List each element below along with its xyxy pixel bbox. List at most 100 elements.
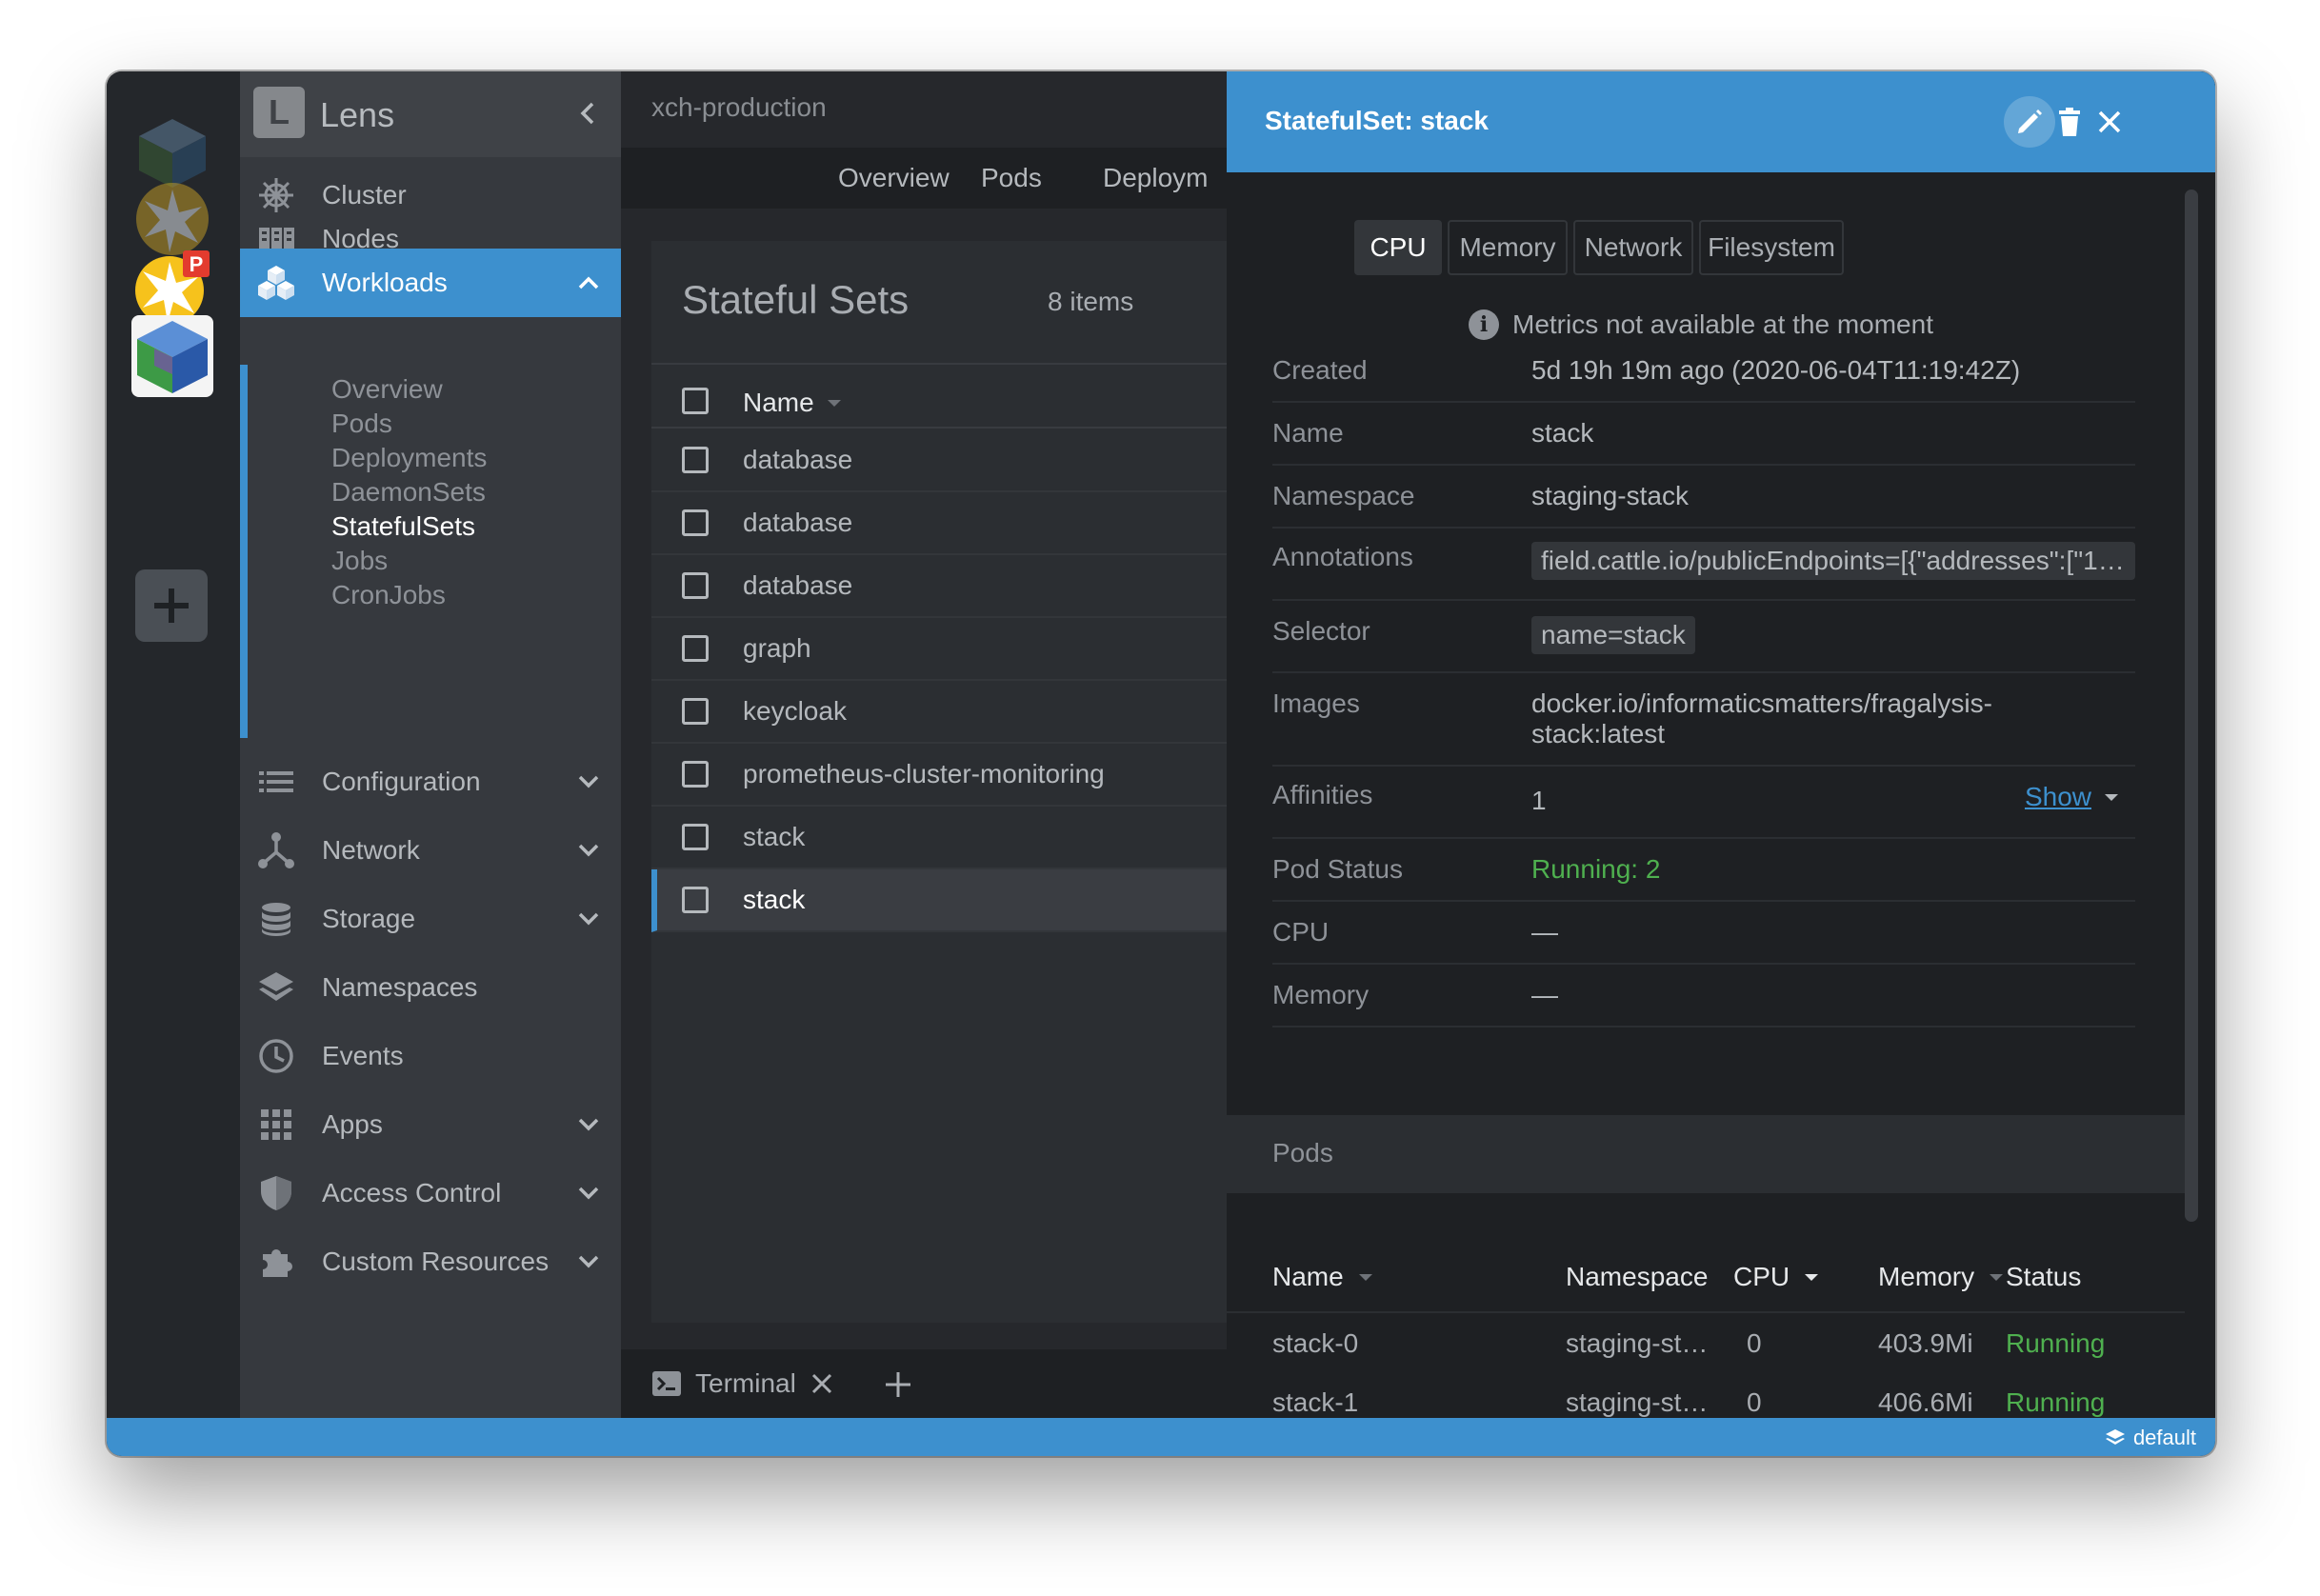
pod-name: stack-1 (1272, 1387, 1359, 1417)
app-window: P L Lens Cluster Nodes Workloads Overvie… (107, 71, 2215, 1456)
row-checkbox[interactable] (682, 698, 709, 725)
pod-namespace: staging-st… (1566, 1328, 1709, 1358)
row-name: graph (743, 633, 811, 663)
pods-column-status[interactable]: Status (2006, 1262, 2081, 1292)
pod-status: Running (2006, 1328, 2106, 1358)
drawer-header: StatefulSet: stack (1227, 71, 2215, 172)
detail-affinities: Affinities 1 Show (1272, 767, 2135, 839)
sidebar: L Lens Cluster Nodes Workloads Overview … (240, 71, 621, 1418)
row-checkbox[interactable] (682, 572, 709, 599)
submenu-pods[interactable]: Pods (331, 409, 392, 439)
sidebar-item-access-control[interactable]: Access Control (240, 1159, 621, 1227)
submenu-jobs[interactable]: Jobs (331, 546, 388, 576)
sidebar-item-workloads[interactable]: Workloads (240, 249, 621, 317)
add-cluster-button[interactable] (135, 569, 208, 642)
status-namespace: default (2132, 1426, 2196, 1449)
tab-overview[interactable]: Overview (838, 163, 950, 193)
pods-title: Pods (1272, 1138, 1333, 1167)
cluster-icon-active[interactable] (131, 315, 213, 397)
lens-logo: L (253, 87, 305, 138)
tab-pods[interactable]: Pods (981, 163, 1042, 193)
pods-column-name[interactable]: Name (1272, 1262, 1374, 1292)
details-drawer: StatefulSet: stack CPU Memory Network Fi… (1227, 71, 2215, 1418)
row-checkbox[interactable] (682, 447, 709, 473)
sidebar-item-storage[interactable]: Storage (240, 885, 621, 953)
submenu-statefulsets[interactable]: StatefulSets (331, 511, 475, 542)
row-checkbox[interactable] (682, 761, 709, 788)
detail-key: Created (1272, 355, 1368, 385)
chevron-down-icon (578, 775, 599, 788)
cluster-rail: P (107, 71, 240, 1418)
sidebar-item-events[interactable]: Events (240, 1022, 621, 1090)
divider (1227, 1311, 2185, 1313)
close-icon[interactable] (810, 1371, 834, 1396)
detail-value: stack:latest (1531, 719, 1666, 748)
status-bar: default (107, 1418, 2215, 1456)
list-title: Stateful Sets (682, 277, 910, 322)
sidebar-item-network[interactable]: Network (240, 816, 621, 885)
detail-name: Name stack (1272, 403, 2135, 466)
metric-tab-cpu[interactable]: CPU (1354, 220, 1442, 275)
submenu-cronjobs[interactable]: CronJobs (331, 580, 446, 610)
sidebar-item-apps[interactable]: Apps (240, 1090, 621, 1159)
close-drawer-button[interactable] (2084, 96, 2135, 148)
close-icon (2098, 110, 2121, 133)
metric-tab-network[interactable]: Network (1573, 220, 1693, 275)
metric-tab-filesystem[interactable]: Filesystem (1699, 220, 1844, 275)
detail-key: Name (1272, 418, 1344, 448)
row-checkbox[interactable] (682, 509, 709, 536)
item-count: 8 items (1048, 287, 1134, 316)
row-checkbox[interactable] (682, 635, 709, 662)
row-name: database (743, 570, 853, 600)
detail-value: 5d 19h 19m ago (2020-06-04T11:19:42Z) (1531, 355, 2021, 385)
select-all-checkbox[interactable] (682, 388, 709, 414)
sidebar-item-namespaces[interactable]: Namespaces (240, 953, 621, 1022)
detail-images: Images docker.io/informaticsmatters/frag… (1272, 673, 2135, 767)
submenu-daemonsets[interactable]: DaemonSets (331, 477, 486, 508)
tab-deployments[interactable]: Deploym (1103, 163, 1208, 193)
namespace-indicator[interactable]: default (2105, 1426, 2196, 1450)
detail-key: Images (1272, 688, 1360, 718)
pod-status: Running (2006, 1387, 2106, 1417)
row-checkbox[interactable] (682, 824, 709, 850)
submenu-overview[interactable]: Overview (331, 374, 443, 405)
collapse-sidebar-button[interactable] (575, 98, 602, 129)
sidebar-item-label: Access Control (322, 1178, 502, 1207)
detail-key: Affinities (1272, 780, 1373, 809)
detail-value: — (1531, 980, 1558, 1009)
chevron-down-icon (578, 1255, 599, 1268)
detail-annotations: Annotations field.cattle.io/publicEndpoi… (1272, 529, 2135, 601)
metric-tab-memory[interactable]: Memory (1448, 220, 1568, 275)
terminal-tab[interactable]: Terminal (651, 1368, 834, 1399)
pods-column-namespace[interactable]: Namespace (1566, 1262, 1708, 1292)
list-icon (259, 771, 293, 792)
pod-memory: 403.9Mi (1878, 1328, 1973, 1358)
plus-icon[interactable] (884, 1370, 912, 1399)
cube-icon (137, 321, 208, 393)
row-name: database (743, 508, 853, 537)
submenu-deployments[interactable]: Deployments (331, 443, 487, 473)
row-checkbox[interactable] (682, 887, 709, 913)
sidebar-item-label: Custom Resources (322, 1247, 550, 1276)
link-label: Show (2024, 782, 2091, 811)
detail-cpu: CPU — (1272, 902, 2135, 965)
grid-icon (261, 1109, 291, 1140)
chevron-left-icon (580, 102, 594, 125)
pods-column-cpu[interactable]: CPU (1733, 1262, 1820, 1292)
name-column-header[interactable]: Name (743, 388, 843, 418)
drawer-scrollbar[interactable] (2185, 190, 2198, 1222)
pods-column-memory[interactable]: Memory (1878, 1262, 2005, 1292)
sort-caret-icon (1358, 1274, 1372, 1281)
sidebar-item-configuration[interactable]: Configuration (240, 748, 621, 816)
sort-caret-icon (1805, 1274, 1819, 1281)
chevron-up-icon (578, 276, 599, 289)
detail-selector: Selector name=stack (1272, 601, 2135, 673)
sidebar-header: L Lens (240, 71, 621, 157)
show-affinities-link[interactable]: Show (2025, 782, 2120, 812)
cubes-icon (258, 266, 294, 300)
annotation-chip: field.cattle.io/publicEndpoints=[{"addre… (1531, 542, 2135, 580)
detail-key: Namespace (1272, 481, 1415, 510)
pod-cpu: 0 (1747, 1387, 1762, 1417)
detail-value: 1 (1531, 786, 1547, 815)
sidebar-item-custom-resources[interactable]: Custom Resources (240, 1227, 621, 1296)
